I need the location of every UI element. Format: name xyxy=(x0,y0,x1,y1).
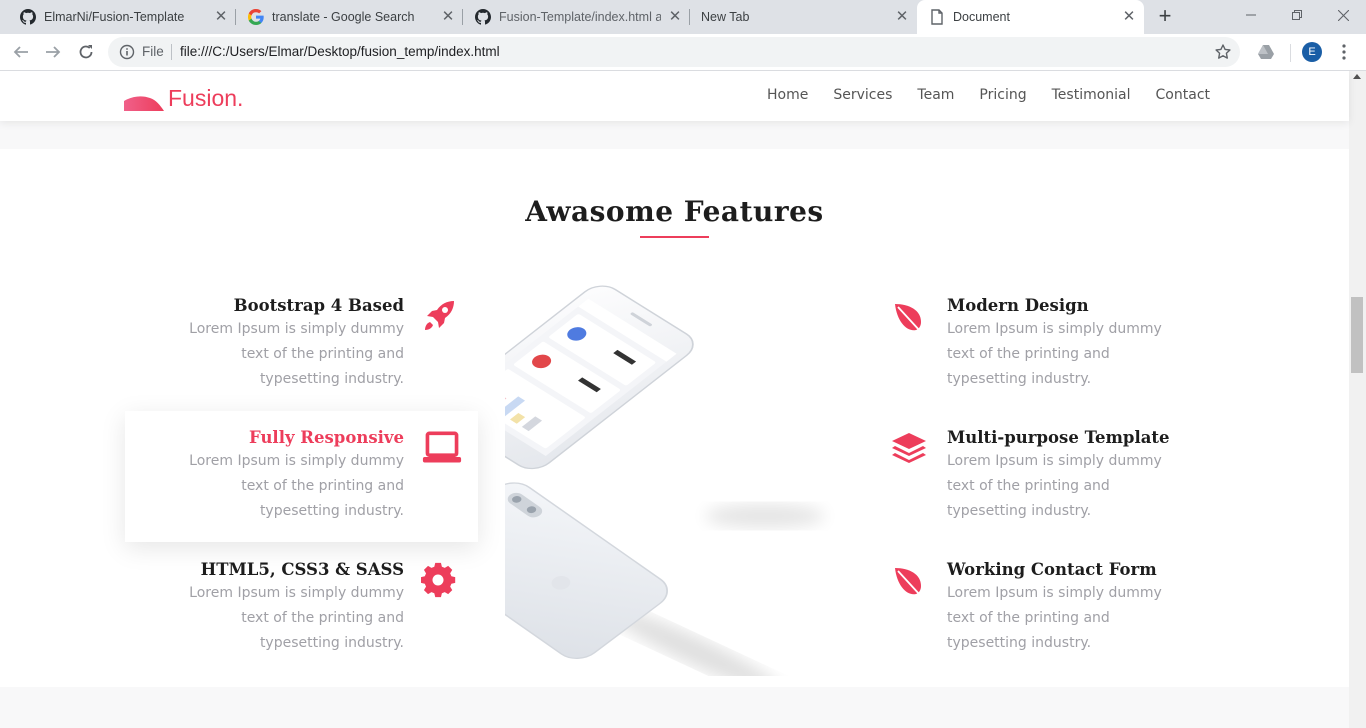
previous-section-band xyxy=(0,121,1349,149)
nav-link-services[interactable]: Services xyxy=(833,87,892,103)
toolbar-divider xyxy=(1290,44,1291,62)
feature-description: Lorem Ipsum is simply dummy text of the … xyxy=(947,585,1162,651)
close-tab-icon[interactable]: ✕ xyxy=(214,9,228,24)
main-nav: Home Services Team Pricing Testimonial C… xyxy=(742,87,1210,103)
omnibox-divider xyxy=(171,44,172,60)
close-window-icon[interactable] xyxy=(1320,0,1366,30)
feature-title: Bootstrap 4 Based xyxy=(233,296,404,315)
feature-title: Modern Design xyxy=(947,296,1089,315)
logo-text: Fusion. xyxy=(168,85,244,111)
leaf-icon xyxy=(888,297,928,337)
reload-icon[interactable] xyxy=(75,41,97,63)
nav-link-home[interactable]: Home xyxy=(767,87,808,103)
tab-title: translate - Google Search xyxy=(272,10,415,24)
laptop-icon xyxy=(422,427,462,467)
bookmark-star-icon[interactable] xyxy=(1214,43,1232,61)
scroll-thumb[interactable] xyxy=(1351,297,1363,373)
address-bar[interactable]: File file:///C:/Users/Elmar/Desktop/fusi… xyxy=(108,37,1240,67)
browser-tab[interactable]: New Tab ✕ xyxy=(690,0,917,34)
browser-tab[interactable]: Fusion-Template/index.html at ✕ xyxy=(463,0,690,34)
rocket-icon xyxy=(419,296,459,336)
page-viewport: Fusion. Home Services Team Pricing Testi… xyxy=(0,71,1366,728)
github-icon xyxy=(475,9,491,25)
tab-title: ElmarNi/Fusion-Template xyxy=(44,10,185,24)
title-underline xyxy=(640,236,709,238)
close-tab-icon[interactable]: ✕ xyxy=(441,9,455,24)
logo-wave-icon xyxy=(124,96,164,111)
info-icon[interactable] xyxy=(119,44,135,60)
feature-description: Lorem Ipsum is simply dummy text of the … xyxy=(189,453,404,519)
feature-title: HTML5, CSS3 & SASS xyxy=(200,560,404,579)
browser-toolbar: File file:///C:/Users/Elmar/Desktop/fusi… xyxy=(0,34,1366,71)
feature-item: Working Contact Form Lorem Ipsum is simp… xyxy=(890,559,1250,656)
url-text[interactable]: file:///C:/Users/Elmar/Desktop/fusion_te… xyxy=(180,44,500,59)
phone-mockup-image xyxy=(422,276,845,694)
feature-item: Multi-purpose Template Lorem Ipsum is si… xyxy=(890,427,1250,524)
back-icon[interactable] xyxy=(10,41,32,63)
feature-item: Modern Design Lorem Ipsum is simply dumm… xyxy=(890,295,1250,392)
browser-tab-active[interactable]: Document ✕ xyxy=(917,0,1144,34)
restore-icon[interactable] xyxy=(1274,0,1320,30)
close-tab-icon[interactable]: ✕ xyxy=(1122,9,1136,24)
layers-icon xyxy=(889,429,929,469)
feature-description: Lorem Ipsum is simply dummy text of the … xyxy=(947,453,1162,519)
site-logo[interactable]: Fusion. xyxy=(124,83,243,111)
close-tab-icon[interactable]: ✕ xyxy=(895,9,909,24)
close-tab-icon[interactable]: ✕ xyxy=(668,9,682,24)
feature-item-highlighted: Fully Responsive Lorem Ipsum is simply d… xyxy=(126,427,486,524)
nav-link-team[interactable]: Team xyxy=(917,87,954,103)
feature-title: Multi-purpose Template xyxy=(947,428,1170,447)
tab-title: New Tab xyxy=(701,10,750,24)
feature-description: Lorem Ipsum is simply dummy text of the … xyxy=(947,321,1162,387)
scroll-up-arrow-icon[interactable] xyxy=(1353,74,1361,79)
github-icon xyxy=(20,9,36,25)
nav-link-pricing[interactable]: Pricing xyxy=(979,87,1026,103)
document-icon xyxy=(929,9,945,25)
drive-extension-icon[interactable] xyxy=(1256,42,1276,62)
browser-tab[interactable]: translate - Google Search ✕ xyxy=(236,0,463,34)
feature-title: Working Contact Form xyxy=(947,560,1157,579)
leaf-icon xyxy=(888,561,928,601)
feature-title: Fully Responsive xyxy=(249,428,404,447)
new-tab-button[interactable]: + xyxy=(1154,5,1176,27)
minimize-icon[interactable] xyxy=(1228,0,1274,30)
forward-icon[interactable] xyxy=(42,41,64,63)
feature-item: HTML5, CSS3 & SASS Lorem Ipsum is simply… xyxy=(126,559,486,656)
nav-link-contact[interactable]: Contact xyxy=(1156,87,1210,103)
google-icon xyxy=(248,9,264,25)
profile-avatar[interactable]: E xyxy=(1302,42,1322,62)
next-section-band xyxy=(0,687,1349,728)
browser-tab-strip: ElmarNi/Fusion-Template ✕ translate - Go… xyxy=(0,0,1366,34)
page-scrollbar[interactable] xyxy=(1349,71,1366,728)
nav-link-testimonial[interactable]: Testimonial xyxy=(1052,87,1131,103)
section-title: Awasome Features xyxy=(525,195,824,228)
tab-title: Fusion-Template/index.html at xyxy=(499,10,661,24)
tab-title: Document xyxy=(953,10,1010,24)
scheme-label: File xyxy=(142,44,164,59)
menu-kebab-icon[interactable] xyxy=(1336,43,1352,61)
feature-description: Lorem Ipsum is simply dummy text of the … xyxy=(189,321,404,387)
browser-tab[interactable]: ElmarNi/Fusion-Template ✕ xyxy=(0,0,236,34)
feature-description: Lorem Ipsum is simply dummy text of the … xyxy=(189,585,404,651)
gear-icon xyxy=(419,560,459,600)
feature-item: Bootstrap 4 Based Lorem Ipsum is simply … xyxy=(126,295,486,392)
site-header: Fusion. Home Services Team Pricing Testi… xyxy=(0,71,1349,121)
